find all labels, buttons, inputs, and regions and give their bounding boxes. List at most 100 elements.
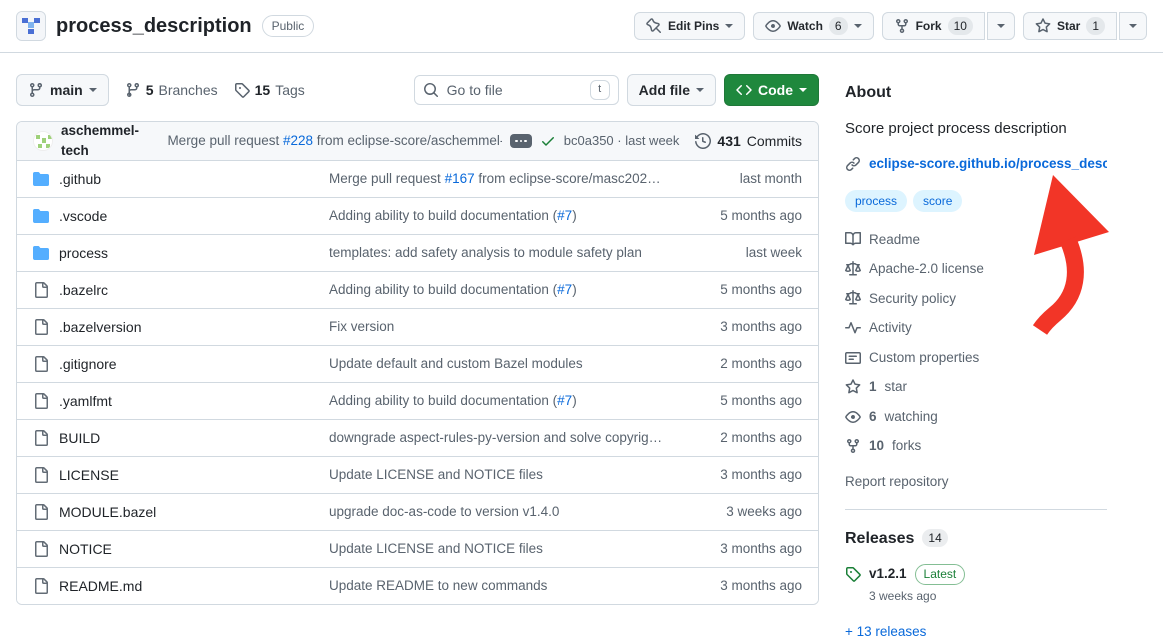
file-name-link[interactable]: .yamlfmt bbox=[59, 391, 112, 411]
pr-number-link[interactable]: #167 bbox=[445, 171, 475, 186]
table-row[interactable]: .bazelversion Fix version 3 months ago bbox=[17, 308, 818, 345]
edit-pins-button[interactable]: Edit Pins bbox=[634, 12, 745, 40]
table-row[interactable]: MODULE.bazel upgrade doc-as-code to vers… bbox=[17, 493, 818, 530]
commit-history-link[interactable]: 431 Commits bbox=[695, 131, 802, 151]
row-commit-message[interactable]: Adding ability to build documentation (#… bbox=[329, 206, 666, 226]
row-commit-message[interactable]: Update README to new commands bbox=[329, 576, 666, 596]
about-detail-item[interactable]: 1 star bbox=[845, 377, 1107, 397]
commit-message-post: from eclipse-score/masc2023_u... bbox=[475, 171, 666, 186]
table-row[interactable]: .vscode Adding ability to build document… bbox=[17, 197, 818, 234]
file-icon bbox=[33, 541, 49, 557]
about-detail-item[interactable]: Activity bbox=[845, 318, 1107, 338]
table-row[interactable]: process templates: add safety analysis t… bbox=[17, 234, 818, 271]
latest-release[interactable]: v1.2.1 Latest 3 weeks ago bbox=[845, 564, 1107, 605]
commit-message-pre: Adding ability to build documentation ( bbox=[329, 393, 557, 408]
pr-number-link[interactable]: #7 bbox=[557, 393, 572, 408]
table-row[interactable]: .bazelrc Adding ability to build documen… bbox=[17, 271, 818, 308]
about-detail-item[interactable]: Custom properties bbox=[845, 348, 1107, 368]
table-row[interactable]: BUILD downgrade aspect-rules-py-version … bbox=[17, 419, 818, 456]
checks-status-icon[interactable] bbox=[540, 133, 556, 149]
star-dropdown-button[interactable] bbox=[1119, 12, 1147, 40]
file-name-link[interactable]: .github bbox=[59, 169, 101, 189]
repo-description: Score project process description bbox=[845, 118, 1107, 140]
commit-message-pre: templates: add safety analysis to module… bbox=[329, 245, 642, 260]
row-commit-message[interactable]: Merge pull request #167 from eclipse-sco… bbox=[329, 169, 666, 189]
sidebar-divider bbox=[845, 509, 1107, 510]
commit-author-link[interactable]: aschemmel-tech bbox=[61, 121, 159, 160]
file-name-link[interactable]: NOTICE bbox=[59, 539, 112, 559]
row-commit-message[interactable]: Adding ability to build documentation (#… bbox=[329, 391, 666, 411]
tag-icon bbox=[234, 82, 250, 98]
repo-website-link[interactable]: eclipse-score.github.io/process_descr... bbox=[845, 154, 1107, 174]
commit-message[interactable]: Merge pull request #228 from eclipse-sco… bbox=[167, 131, 501, 151]
topic-pill[interactable]: process bbox=[845, 190, 907, 212]
table-row[interactable]: README.md Update README to new commands … bbox=[17, 567, 818, 604]
about-detail-item[interactable]: Readme bbox=[845, 230, 1107, 250]
about-detail-item[interactable]: Apache-2.0 license bbox=[845, 259, 1107, 279]
table-row[interactable]: .github Merge pull request #167 from ecl… bbox=[17, 160, 818, 197]
repo-owner-avatar[interactable] bbox=[16, 11, 46, 41]
file-name-link[interactable]: process bbox=[59, 243, 108, 263]
eye-icon bbox=[765, 18, 781, 34]
star-icon bbox=[1035, 18, 1051, 34]
commit-sha-and-time[interactable]: bc0a350 · last week bbox=[564, 132, 680, 151]
topic-pill[interactable]: score bbox=[913, 190, 962, 212]
more-releases-link[interactable]: + 13 releases bbox=[845, 622, 926, 642]
pr-number-link[interactable]: #228 bbox=[283, 133, 313, 148]
table-row[interactable]: .yamlfmt Adding ability to build documen… bbox=[17, 382, 818, 419]
row-commit-message[interactable]: Fix version bbox=[329, 317, 666, 337]
about-detail-item[interactable]: Security policy bbox=[845, 289, 1107, 309]
commit-message-pre: Update LICENSE and NOTICE files bbox=[329, 541, 543, 556]
row-commit-message[interactable]: upgrade doc-as-code to version v1.4.0 bbox=[329, 502, 666, 522]
latest-release-badge[interactable]: Latest bbox=[915, 564, 966, 585]
tag-icon bbox=[845, 566, 861, 605]
file-name-link[interactable]: MODULE.bazel bbox=[59, 502, 156, 522]
commit-message-pre: downgrade aspect-rules-py-version and so… bbox=[329, 430, 666, 445]
row-commit-message[interactable]: Adding ability to build documentation (#… bbox=[329, 280, 666, 300]
commit-message-pre: Update default and custom Bazel modules bbox=[329, 356, 583, 371]
fork-button[interactable]: Fork 10 bbox=[882, 12, 985, 40]
pr-number-link[interactable]: #7 bbox=[557, 282, 572, 297]
fork-dropdown-button[interactable] bbox=[987, 12, 1015, 40]
table-row[interactable]: .gitignore Update default and custom Baz… bbox=[17, 345, 818, 382]
star-button[interactable]: Star 1 bbox=[1023, 12, 1117, 40]
commit-message-expand-button[interactable] bbox=[510, 134, 532, 148]
release-version-link[interactable]: v1.2.1 bbox=[869, 564, 907, 584]
go-to-file-input[interactable]: Go to file t bbox=[414, 75, 619, 105]
branch-selector[interactable]: main bbox=[16, 74, 109, 106]
branches-link[interactable]: 5 Branches bbox=[125, 80, 218, 100]
add-file-button[interactable]: Add file bbox=[627, 74, 716, 106]
tags-link[interactable]: 15 Tags bbox=[234, 80, 305, 100]
file-name-link[interactable]: BUILD bbox=[59, 428, 100, 448]
about-detail-item[interactable]: 10 forks bbox=[845, 436, 1107, 456]
code-icon bbox=[736, 82, 752, 98]
row-commit-message[interactable]: Update LICENSE and NOTICE files bbox=[329, 465, 666, 485]
file-name-link[interactable]: .bazelversion bbox=[59, 317, 142, 337]
watch-count: 6 bbox=[829, 17, 848, 35]
about-detail-item[interactable]: 6 watching bbox=[845, 407, 1107, 427]
commit-author-avatar[interactable] bbox=[33, 131, 53, 151]
folder-icon bbox=[33, 208, 49, 224]
eye-icon bbox=[845, 409, 861, 425]
table-row[interactable]: LICENSE Update LICENSE and NOTICE files … bbox=[17, 456, 818, 493]
commit-age: 2 months ago bbox=[666, 354, 802, 374]
about-heading: About bbox=[845, 81, 1107, 104]
row-commit-message[interactable]: templates: add safety analysis to module… bbox=[329, 243, 666, 263]
report-repository-link[interactable]: Report repository bbox=[845, 472, 949, 492]
file-name-link[interactable]: .bazelrc bbox=[59, 280, 108, 300]
law-icon bbox=[845, 261, 861, 277]
table-row[interactable]: NOTICE Update LICENSE and NOTICE files 3… bbox=[17, 530, 818, 567]
file-name-link[interactable]: .vscode bbox=[59, 206, 107, 226]
row-commit-message[interactable]: Update LICENSE and NOTICE files bbox=[329, 539, 666, 559]
row-commit-message[interactable]: Update default and custom Bazel modules bbox=[329, 354, 666, 374]
file-name-link[interactable]: README.md bbox=[59, 576, 142, 596]
code-button[interactable]: Code bbox=[724, 74, 819, 106]
file-name-link[interactable]: LICENSE bbox=[59, 465, 119, 485]
pr-number-link[interactable]: #7 bbox=[557, 208, 572, 223]
watch-button[interactable]: Watch 6 bbox=[753, 12, 873, 40]
repo-title[interactable]: process_description bbox=[56, 12, 252, 41]
file-name-link[interactable]: .gitignore bbox=[59, 354, 117, 374]
commit-age: last week bbox=[666, 243, 802, 263]
row-commit-message[interactable]: downgrade aspect-rules-py-version and so… bbox=[329, 428, 666, 448]
commit-message-pre: Fix version bbox=[329, 319, 394, 334]
